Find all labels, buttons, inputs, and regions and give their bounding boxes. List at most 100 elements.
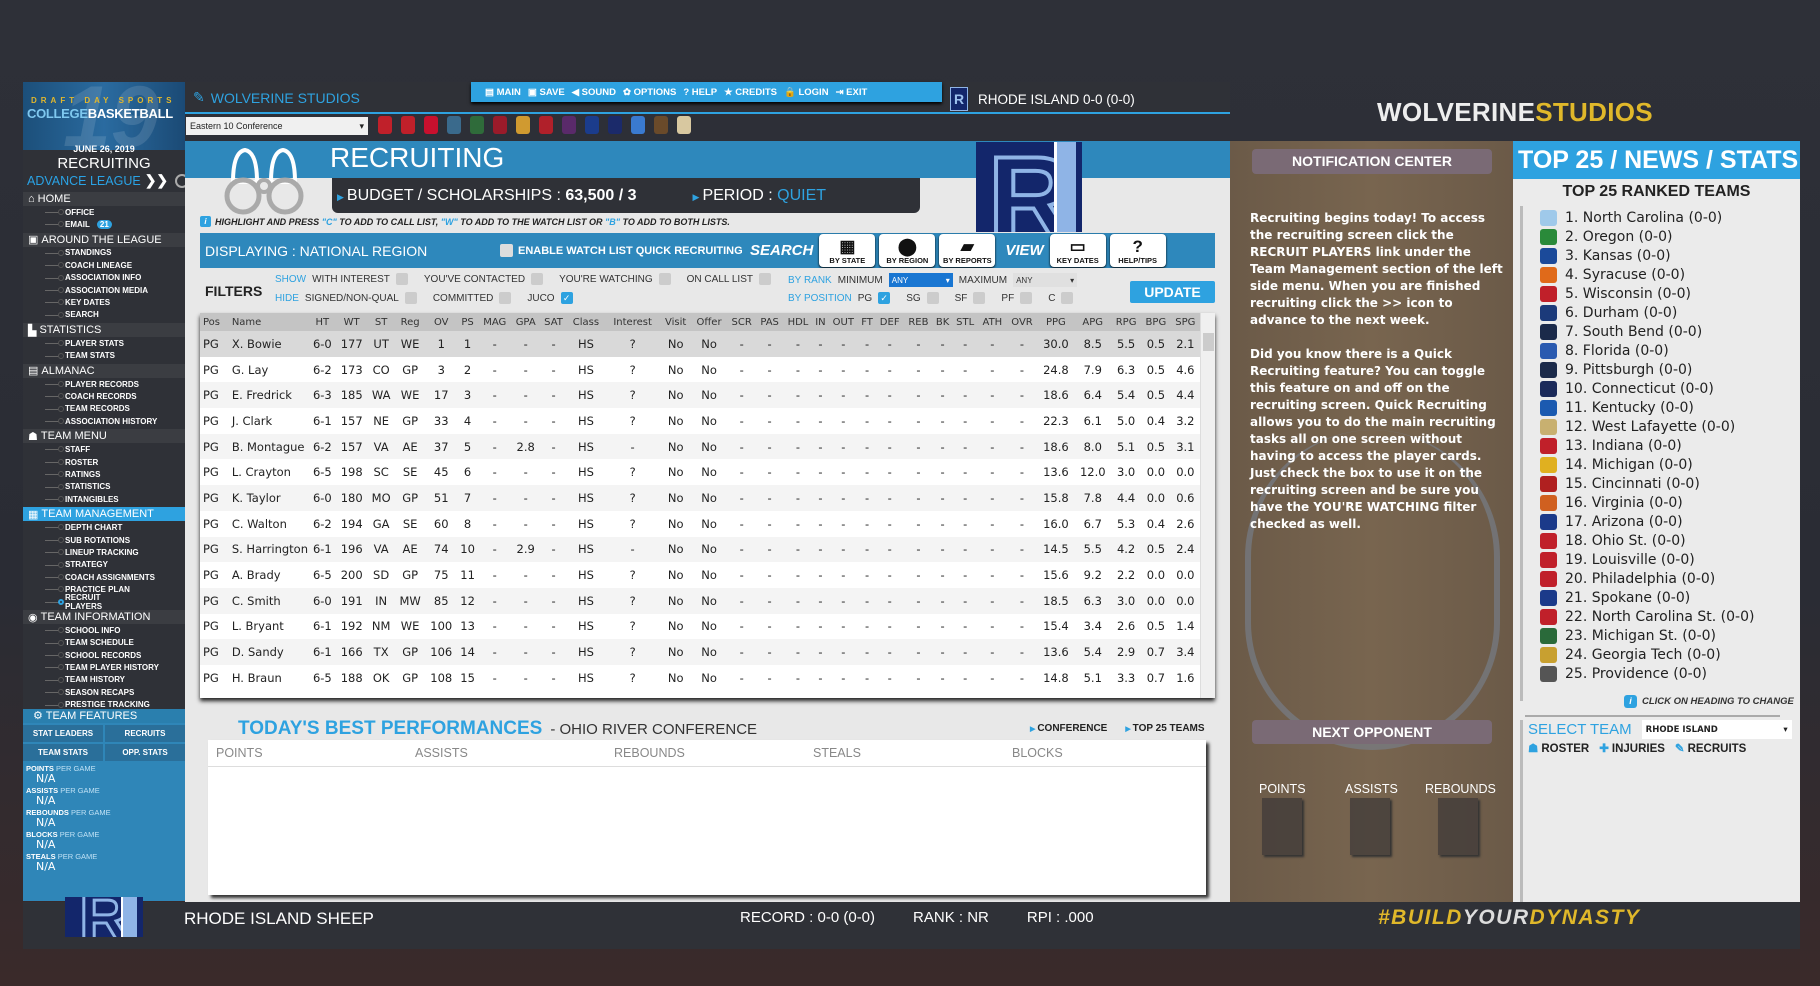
column-header-bk[interactable]: BK <box>932 313 953 331</box>
team-logo-icon[interactable] <box>447 116 461 134</box>
filter-checkbox-c[interactable] <box>1061 292 1074 304</box>
team-logo-icon[interactable] <box>654 116 668 134</box>
sidebar-item-standings[interactable]: STANDINGS <box>23 247 185 259</box>
column-header-interest[interactable]: Interest <box>604 313 661 331</box>
team-logo-icon[interactable] <box>424 116 438 134</box>
sidebar-item-search[interactable]: SEARCH <box>23 309 185 321</box>
top25-team[interactable]: 17. Arizona (0-0) <box>1540 512 1754 531</box>
table-row[interactable]: PG L. Crayton 6-5 198 SC SE 45 6 - - - HS? No No - - - - -… <box>200 459 1200 485</box>
injuries-link[interactable]: ✚ INJURIES <box>1599 741 1665 755</box>
sidebar-item-player-records[interactable]: PLAYER RECORDS <box>23 378 185 390</box>
sidebar-item-team-history[interactable]: TEAM HISTORY <box>23 674 185 686</box>
table-row[interactable]: PG J. Clark 6-1 157 NE GP 33 4 - - - HS? No No - - - - - - -… <box>200 408 1200 434</box>
column-header-ovr[interactable]: OVR <box>1006 313 1038 331</box>
team-logo-icon[interactable] <box>608 116 622 134</box>
sidebar-item-recruit-players[interactable]: RECRUIT PLAYERS <box>23 593 102 611</box>
sidebar-section-almanac[interactable]: ▤ ALMANAC <box>23 363 185 378</box>
advance-league-button[interactable]: ADVANCE LEAGUE ❯❯ <box>27 172 190 189</box>
table-row[interactable]: PG L. Bryant 6-1 192 NM WE 100 13 - - - HS? No No - - - -… <box>200 614 1200 640</box>
column-header-visit[interactable]: Visit <box>660 313 692 331</box>
sidebar-item-team-player-history[interactable]: TEAM PLAYER HISTORY <box>23 661 185 673</box>
team-logo-icon[interactable] <box>493 116 507 134</box>
column-header-wt[interactable]: WT <box>335 313 368 331</box>
column-header-ht[interactable]: HT <box>308 313 336 331</box>
team-logo-icon[interactable] <box>516 116 530 134</box>
column-header-bpg[interactable]: BPG <box>1141 313 1171 331</box>
menu-options[interactable]: ✿ OPTIONS <box>623 87 676 98</box>
team-logo-icon[interactable] <box>401 116 415 134</box>
column-header-apg[interactable]: APG <box>1074 313 1112 331</box>
recruits-link[interactable]: ✎ RECRUITS <box>1675 741 1746 755</box>
top25-team[interactable]: 24. Georgia Tech (0-0) <box>1540 645 1754 664</box>
sidebar-section-statistics[interactable]: ▙ STATISTICS <box>23 323 185 338</box>
update-button[interactable]: UPDATE <box>1130 281 1215 303</box>
menu-main[interactable]: ▤ MAIN <box>485 87 521 98</box>
filter-checkbox-committed[interactable] <box>499 292 512 304</box>
sidebar-item-staff[interactable]: STAFF <box>23 443 185 455</box>
column-header-offer[interactable]: Offer <box>691 313 728 331</box>
column-header-stl[interactable]: STL <box>952 313 979 331</box>
link-conference[interactable]: ▶ CONFERENCE <box>1030 723 1107 734</box>
table-row[interactable]: PG E. Fredrick 6-3 185 WA WE 17 3- - - HS? No No - - - -… <box>200 382 1200 409</box>
column-header-ft[interactable]: FT <box>858 313 876 331</box>
top25-team[interactable]: 23. Michigan St. (0-0) <box>1540 626 1754 645</box>
table-row[interactable]: PG S. Harrington 6-1 196 VA AE 74 10-2.9- HS - No N… <box>200 536 1200 563</box>
by-state-button[interactable]: ▦ BY STATE <box>819 234 876 267</box>
sidebar-item-depth-chart[interactable]: DEPTH CHART <box>23 521 185 533</box>
column-header-ov[interactable]: OV <box>425 313 458 331</box>
sidebar-item-key-dates[interactable]: KEY DATES <box>23 296 185 308</box>
sidebar-item-email[interactable]: EMAIL 21 <box>23 218 185 230</box>
filter-checkbox-pf[interactable] <box>1020 292 1033 304</box>
sidebar-item-player-stats[interactable]: PLAYER STATS <box>23 337 185 349</box>
filter-checkbox-juco[interactable]: ✓ <box>560 292 573 304</box>
top25-team[interactable]: 5. Wisconsin (0-0) <box>1540 284 1754 303</box>
feature-button-stat-leaders[interactable]: STAT LEADERS <box>23 725 103 742</box>
sidebar-item-strategy[interactable]: STRATEGY <box>23 559 185 571</box>
top25-team[interactable]: 18. Ohio St. (0-0) <box>1540 531 1754 550</box>
column-header-class[interactable]: Class <box>567 313 605 331</box>
top25-team[interactable]: 7. South Bend (0-0) <box>1540 322 1754 341</box>
top25-team[interactable]: 4. Syracuse (0-0) <box>1540 265 1754 284</box>
feature-button-team-stats[interactable]: TEAM STATS <box>23 744 103 761</box>
sidebar-item-statistics[interactable]: STATISTICS <box>23 481 185 493</box>
table-row[interactable]: PG A. Brady 6-5 200 SD GP 75 11 - - - HS? No No - - - - - -… <box>200 562 1200 588</box>
sidebar-item-team-stats[interactable]: TEAM STATS <box>23 350 185 362</box>
sidebar-item-ratings[interactable]: RATINGS <box>23 468 185 480</box>
column-header-spg[interactable]: SPG <box>1170 313 1200 331</box>
sidebar-item-school-info[interactable]: SCHOOL INFO <box>23 624 185 636</box>
column-header-ppg[interactable]: PPG <box>1037 313 1075 331</box>
column-header-def[interactable]: DEF <box>875 313 904 331</box>
column-header-out[interactable]: OUT <box>827 313 859 331</box>
team-logo-icon[interactable] <box>585 116 599 134</box>
filter-checkbox-with-interest[interactable] <box>395 273 408 285</box>
top25-team[interactable]: 21. Spokane (0-0) <box>1540 588 1754 607</box>
top25-team[interactable]: 10. Connecticut (0-0) <box>1540 379 1754 398</box>
by-reports-button[interactable]: ▰ BY REPORTS <box>939 234 996 267</box>
sidebar-section-team-menu[interactable]: ☗ TEAM MENU <box>23 429 185 444</box>
maximum-rank-select[interactable]: ANY ▾ <box>1013 273 1078 287</box>
filter-checkbox-you-ve-contacted[interactable] <box>531 273 544 285</box>
table-row[interactable]: PG K. Taylor 6-0 180 MO GP 51 7- - - HS? No No - - - - - -… <box>200 485 1200 511</box>
sidebar-item-lineup-tracking[interactable]: LINEUP TRACKING <box>23 546 185 558</box>
feature-button-recruits[interactable]: RECRUITS <box>105 725 185 742</box>
sidebar-section-team-management[interactable]: ▦ TEAM MANAGEMENT <box>23 507 185 522</box>
sidebar-item-team-schedule[interactable]: TEAM SCHEDULE <box>23 637 185 649</box>
sidebar-section-around-the-league[interactable]: ▣ AROUND THE LEAGUE <box>23 232 185 247</box>
menu-help[interactable]: ? HELP <box>683 87 717 98</box>
sidebar-item-roster[interactable]: ROSTER <box>23 456 185 468</box>
top25-team[interactable]: 15. Cincinnati (0-0) <box>1540 474 1754 493</box>
menu-exit[interactable]: ⇥ EXIT <box>836 87 868 98</box>
menu-save[interactable]: ▣ SAVE <box>528 87 565 98</box>
quick-recruiting-checkbox[interactable] <box>500 244 513 257</box>
column-header-mag[interactable]: MAG <box>478 313 512 331</box>
team-logo-icon[interactable] <box>562 116 576 134</box>
top25-team[interactable]: 14. Michigan (0-0) <box>1540 455 1754 474</box>
team-logo-icon[interactable] <box>539 116 553 134</box>
column-header-name[interactable]: Name <box>228 313 309 331</box>
sidebar-item-coach-records[interactable]: COACH RECORDS <box>23 390 185 402</box>
team-logo-icon[interactable] <box>631 116 645 134</box>
column-header-reg[interactable]: Reg <box>394 313 426 331</box>
top25-team[interactable]: 22. North Carolina St. (0-0) <box>1540 607 1754 626</box>
sidebar-item-coach-assignments[interactable]: COACH ASSIGNMENTS <box>23 571 185 583</box>
top25-team[interactable]: 1. North Carolina (0-0) <box>1540 208 1754 227</box>
